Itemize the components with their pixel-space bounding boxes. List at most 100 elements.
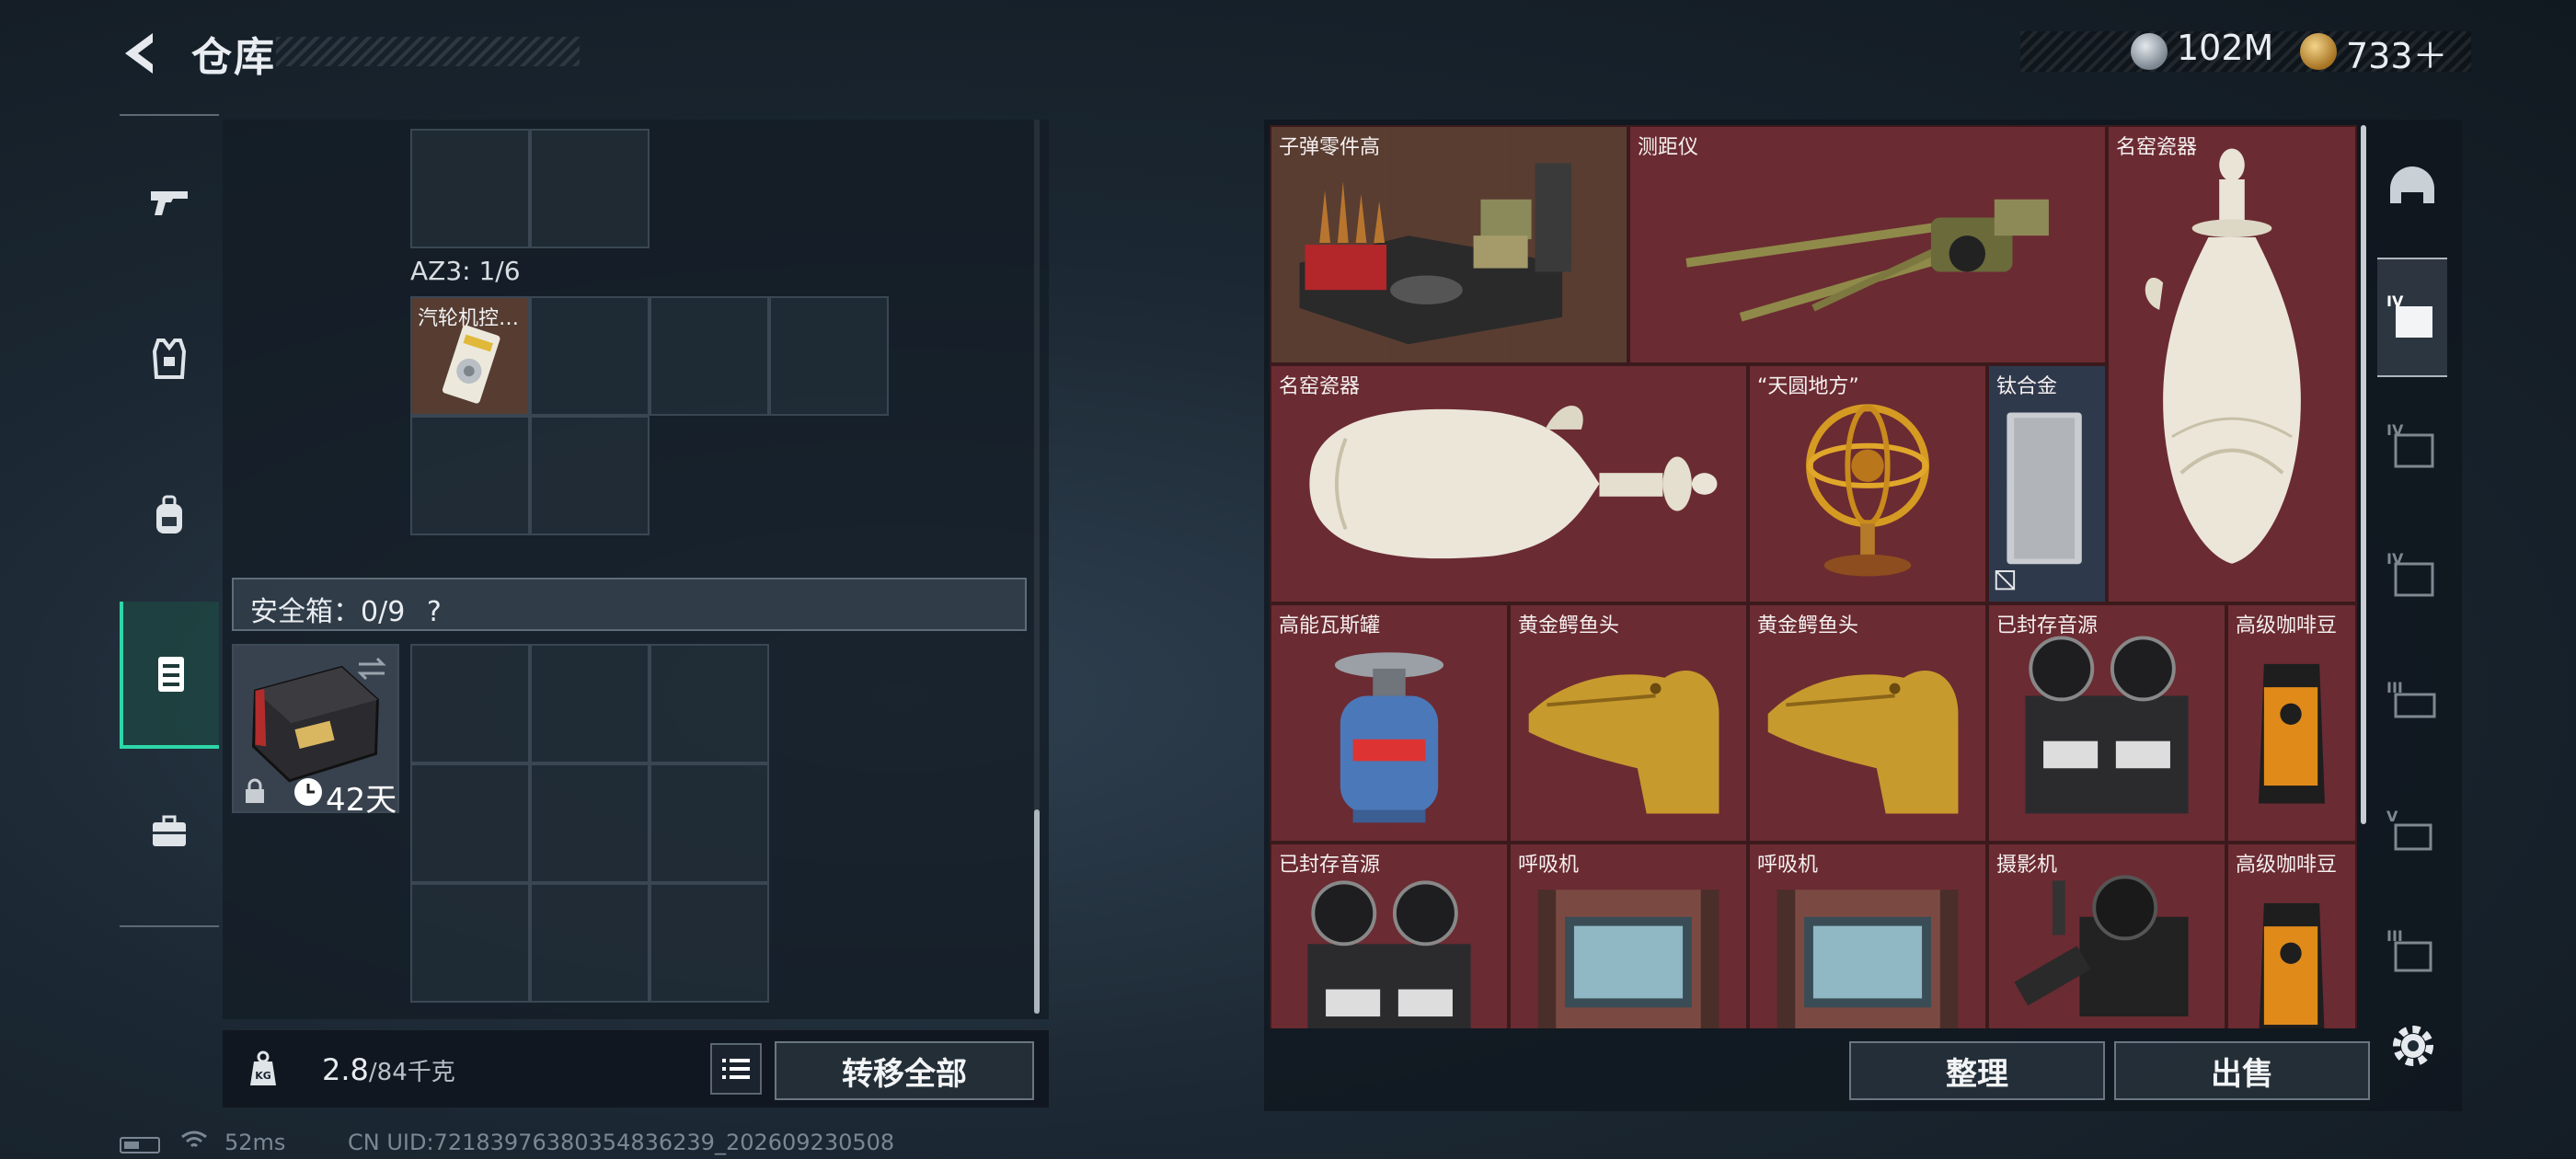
grid-slot[interactable] — [410, 129, 530, 248]
grid-slot-turbine-item[interactable]: 汽轮机控… — [410, 296, 530, 416]
lock-icon — [246, 778, 264, 803]
tier-label: IV — [2386, 293, 2404, 310]
tier-label: III — [2386, 927, 2403, 945]
nav-item-armor[interactable] — [120, 285, 219, 432]
title-stripe-decoration — [276, 37, 580, 66]
porcelain-vase-image — [2145, 148, 2301, 564]
item-name: 呼吸机 — [1518, 854, 1580, 877]
sort-button[interactable]: 整理 — [1849, 1041, 2105, 1100]
pistol-icon — [151, 191, 188, 215]
stash-item-premium-coffee-beans[interactable]: 高级咖啡豆 — [2226, 603, 2357, 843]
armor-tier-3-icon: III — [2386, 679, 2436, 718]
armor-tier-3-icon: III — [2386, 927, 2432, 972]
az3-capacity-label: AZ3: 1/6 — [410, 256, 521, 286]
list-icon — [722, 1059, 750, 1079]
nav-item-safe-box[interactable] — [120, 602, 219, 749]
carry-weight: 2.8/84千克 — [322, 1052, 455, 1087]
carry-weight-max: /84千克 — [368, 1059, 455, 1086]
stash-tab-tier-iv[interactable]: IV — [2377, 515, 2447, 635]
stash-tab-tier-iv-active[interactable]: IV — [2377, 258, 2447, 377]
armor-tier-4-icon: IV — [2386, 293, 2432, 338]
back-arrow-icon[interactable] — [116, 28, 171, 79]
stash-item-rangefinder[interactable]: 测距仪 — [1628, 125, 2107, 364]
grid-slot[interactable] — [410, 416, 530, 535]
stash-tab-tier-v[interactable]: V — [2377, 773, 2447, 892]
list-view-button[interactable] — [710, 1043, 762, 1095]
item-name: 测距仪 — [1638, 136, 1699, 159]
grid-slot[interactable] — [650, 883, 769, 1003]
grid-slot[interactable] — [530, 763, 650, 883]
grid-slot[interactable] — [650, 644, 769, 763]
stash-item-ventilator[interactable]: 呼吸机 — [1748, 843, 1987, 1028]
stash-item-gas-canister[interactable]: 高能瓦斯罐 — [1270, 603, 1509, 843]
tier-label: IV — [2386, 421, 2404, 439]
item-name: 黄金鳄鱼头 — [1518, 614, 1620, 637]
grid-slot[interactable] — [530, 296, 650, 416]
gold-currency-value[interactable]: 733＋ — [2346, 28, 2448, 78]
stash-item-titanium-alloy[interactable]: 钛合金 — [1987, 364, 2107, 603]
grid-slot[interactable] — [530, 883, 650, 1003]
stash-item-porcelain-vase-vertical[interactable]: 名窑瓷器 — [2107, 125, 2357, 603]
stash-item-armillary-sphere[interactable]: “天圆地方” — [1748, 364, 1987, 603]
stash-scrollbar[interactable] — [2361, 125, 2366, 824]
item-name: 已封存音源 — [1279, 854, 1381, 877]
stash-tab-helmet[interactable] — [2377, 129, 2447, 248]
grid-slot[interactable] — [530, 129, 650, 248]
help-icon[interactable]: ? — [427, 596, 442, 628]
golden-crocodile-head-image — [1528, 671, 1719, 814]
nav-item-weapon[interactable] — [120, 129, 219, 276]
stash-item-sealed-audio-source[interactable]: 已封存音源 — [1270, 843, 1509, 1028]
stash-item-video-camera[interactable]: 摄影机 — [1987, 843, 2226, 1028]
tier-label: III — [2386, 679, 2403, 696]
gas-canister-image — [1334, 652, 1444, 823]
grid-slot[interactable] — [410, 644, 530, 763]
grid-slot[interactable] — [530, 644, 650, 763]
loadout-scrollbar[interactable] — [1034, 809, 1040, 1014]
stash-item-sealed-audio-source[interactable]: 已封存音源 — [1987, 603, 2226, 843]
stash-tab-tier-iv[interactable]: IV — [2377, 386, 2447, 506]
safe-box-icon — [158, 657, 184, 692]
rangefinder-image — [1685, 199, 2049, 322]
swap-icon[interactable] — [353, 655, 390, 683]
turbine-control-item-icon — [442, 325, 500, 404]
clock-icon — [294, 778, 322, 806]
nav-item-briefcase[interactable] — [120, 758, 219, 905]
uid-text: CN UID:7218397638035483​6239_20260923050… — [348, 1130, 895, 1155]
stash-tab-tier-iii[interactable]: III — [2377, 892, 2447, 1012]
item-name: 子弹零件高 — [1279, 136, 1381, 159]
stash-item-golden-croc-head[interactable]: 黄金鳄鱼头 — [1509, 603, 1748, 843]
stash-item-premium-coffee-beans[interactable]: 高级咖啡豆 — [2226, 843, 2357, 1028]
transfer-all-button[interactable]: 转移全部 — [775, 1041, 1034, 1100]
grid-slot[interactable] — [410, 883, 530, 1003]
silver-coin-icon — [2131, 33, 2168, 70]
page-title: 仓库 — [191, 34, 276, 81]
item-name: 黄金鳄鱼头 — [1757, 614, 1859, 637]
weight-kg-icon: KG — [243, 1049, 283, 1089]
stash-item-ventilator[interactable]: 呼吸机 — [1509, 843, 1748, 1028]
stash-item-porcelain-vase-horizontal[interactable]: 名窑瓷器 — [1270, 364, 1748, 603]
stash-tab-tier-iii[interactable]: III — [2377, 644, 2447, 763]
armor-tier-4-icon: IV — [2386, 550, 2434, 597]
item-name: 高级咖啡豆 — [2236, 854, 2338, 877]
stash-item-ammo-parts[interactable]: 子弹零件高 — [1270, 125, 1628, 364]
porcelain-vase-image — [1309, 405, 1718, 559]
armor-tier-4-icon: IV — [2386, 421, 2434, 468]
safe-box-item-card[interactable]: 42天 — [232, 644, 399, 819]
stash-grid: 子弹零件高 测距仪 名窑瓷器 名窑瓷器 “天圆地方” 钛合金 高能瓦斯罐 黄金鳄… — [1270, 125, 2357, 1028]
grid-slot[interactable] — [530, 416, 650, 535]
grid-slot[interactable] — [650, 296, 769, 416]
gold-coin-icon — [2300, 33, 2337, 70]
tier-label: IV — [2386, 550, 2404, 568]
grid-slot[interactable] — [410, 763, 530, 883]
stash-item-golden-croc-head[interactable]: 黄金鳄鱼头 — [1748, 603, 1987, 843]
sell-button[interactable]: 出售 — [2114, 1041, 2370, 1100]
ping-text: 52ms — [224, 1130, 286, 1155]
grid-slot[interactable] — [650, 763, 769, 883]
tier-label: V — [2386, 808, 2398, 825]
item-name: 呼吸机 — [1757, 854, 1819, 877]
armillary-sphere-image — [1806, 404, 1929, 577]
grid-slot[interactable] — [769, 296, 889, 416]
nav-item-backpack[interactable] — [120, 442, 219, 589]
safe-box-duration: 42天 — [326, 782, 397, 819]
settings-gear-icon[interactable] — [2386, 1019, 2440, 1073]
